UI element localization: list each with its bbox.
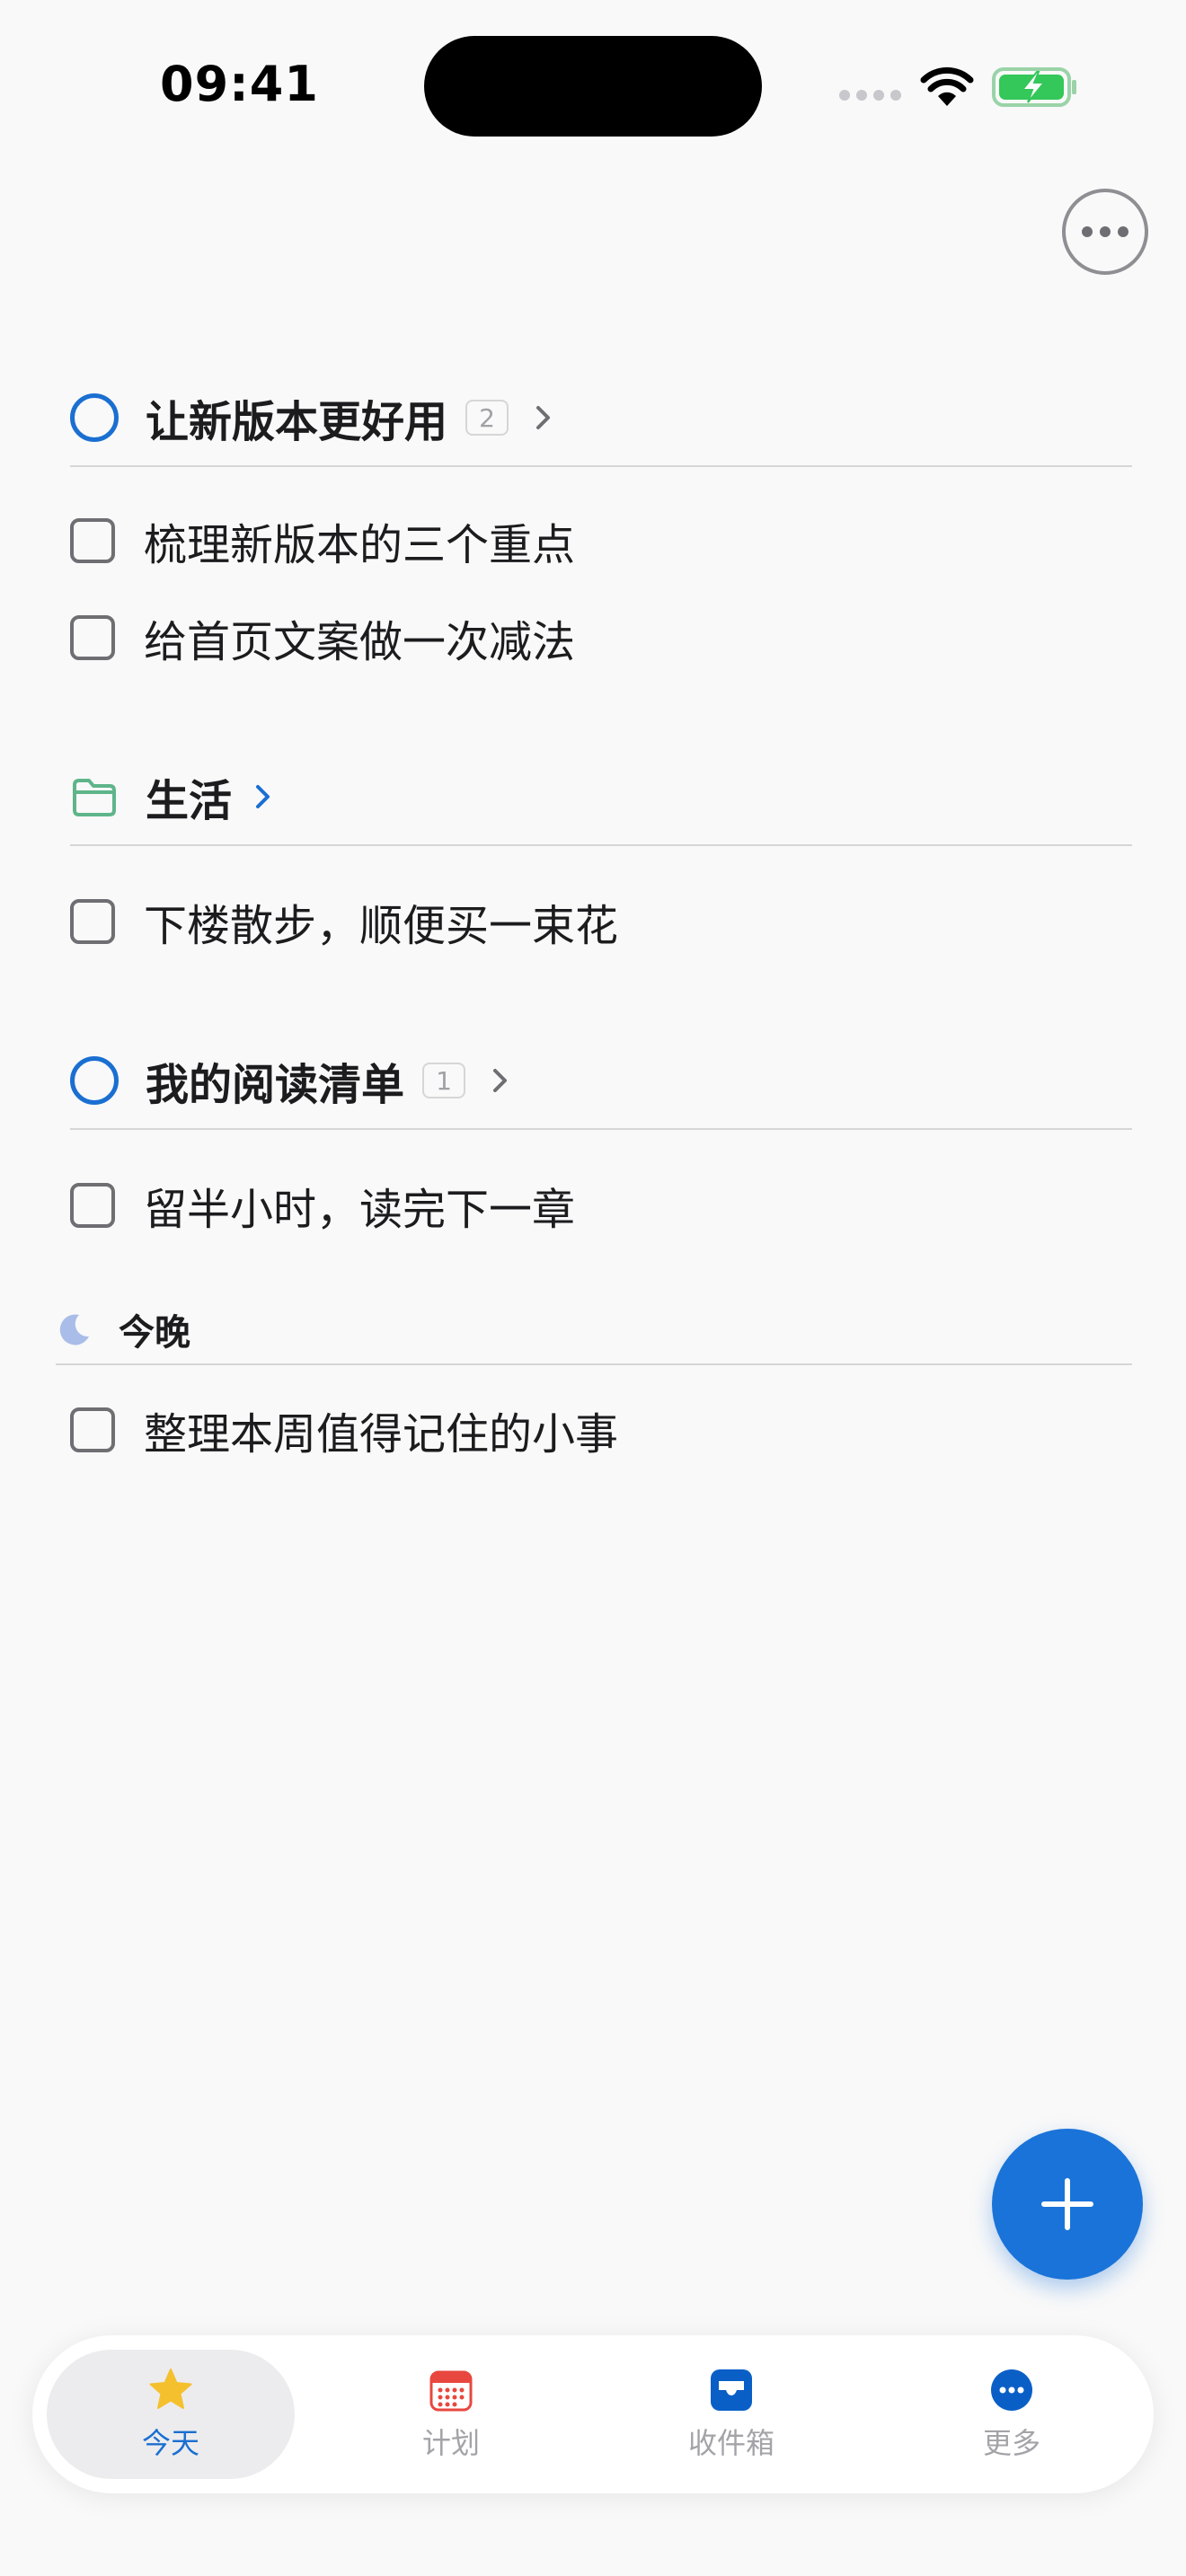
- task-title: 给首页文案做一次减法: [144, 617, 576, 667]
- tab-today[interactable]: 今天: [47, 2350, 295, 2479]
- section-header-project-1[interactable]: 让新版本更好用 2: [70, 368, 1132, 467]
- task-checkbox[interactable]: [70, 899, 115, 944]
- tab-plan[interactable]: 计划: [327, 2350, 575, 2479]
- tab-inbox[interactable]: 收件箱: [607, 2350, 855, 2479]
- divider: [56, 1363, 1132, 1365]
- chevron-right-icon: [256, 785, 270, 808]
- status-time: 09:41: [160, 56, 319, 112]
- add-task-button[interactable]: [992, 2129, 1143, 2280]
- more-circle-icon: [991, 2369, 1032, 2411]
- task-item[interactable]: 整理本周值得记住的小事: [70, 1385, 1058, 1475]
- section-title: 今晚: [119, 1312, 190, 1354]
- count-badge: 1: [422, 1063, 466, 1098]
- divider: [70, 1128, 1132, 1130]
- task-item[interactable]: 给首页文案做一次减法: [70, 593, 1058, 683]
- task-checkbox[interactable]: [70, 1183, 115, 1228]
- star-icon: [149, 2369, 192, 2409]
- calendar-icon: [429, 2370, 473, 2412]
- section-title: 生活: [146, 776, 233, 826]
- more-options-button[interactable]: [1062, 189, 1148, 275]
- divider: [70, 844, 1132, 846]
- inbox-icon: [711, 2369, 752, 2411]
- wifi-icon: [920, 66, 974, 106]
- battery-charging-icon: [992, 67, 1076, 107]
- tab-bar: 今天 计划 收件箱 更多: [32, 2335, 1154, 2493]
- section-header-project-reading[interactable]: 我的阅读清单 1: [70, 1031, 1132, 1130]
- count-badge: 2: [465, 400, 509, 436]
- task-checkbox[interactable]: [70, 518, 115, 563]
- task-checkbox[interactable]: [70, 615, 115, 660]
- divider: [70, 465, 1132, 467]
- moon-icon: [59, 1314, 89, 1345]
- task-item[interactable]: 留半小时，读完下一章: [70, 1160, 1058, 1250]
- task-item[interactable]: 下楼散步，顺便买一束花: [70, 877, 1058, 966]
- tab-label: 更多: [982, 2426, 1040, 2460]
- task-title: 留半小时，读完下一章: [144, 1185, 576, 1235]
- tab-label: 今天: [141, 2426, 199, 2460]
- dot: [1082, 226, 1093, 237]
- task-title: 下楼散步，顺便买一束花: [144, 901, 619, 951]
- tab-more[interactable]: 更多: [888, 2350, 1136, 2479]
- task-title: 梳理新版本的三个重点: [144, 520, 576, 570]
- dot: [1118, 226, 1128, 237]
- section-header-evening: 今晚: [56, 1293, 1132, 1365]
- section-title: 我的阅读清单: [146, 1060, 405, 1110]
- project-progress-icon: [70, 393, 119, 442]
- section-header-area-life[interactable]: 生活: [70, 747, 1132, 846]
- folder-icon: [73, 779, 116, 816]
- task-checkbox[interactable]: [70, 1407, 115, 1452]
- dot: [1100, 226, 1111, 237]
- task-item[interactable]: 梳理新版本的三个重点: [70, 496, 1058, 586]
- dynamic-island: [424, 36, 762, 137]
- tab-label: 计划: [421, 2426, 480, 2460]
- project-progress-icon: [70, 1056, 119, 1105]
- section-title: 让新版本更好用: [146, 397, 448, 447]
- task-title: 整理本周值得记住的小事: [144, 1409, 619, 1460]
- tab-label: 收件箱: [687, 2426, 774, 2460]
- cellular-signal-icon: [839, 90, 902, 104]
- chevron-right-icon: [536, 406, 551, 429]
- plus-icon: [1041, 2178, 1093, 2230]
- chevron-right-icon: [493, 1069, 508, 1092]
